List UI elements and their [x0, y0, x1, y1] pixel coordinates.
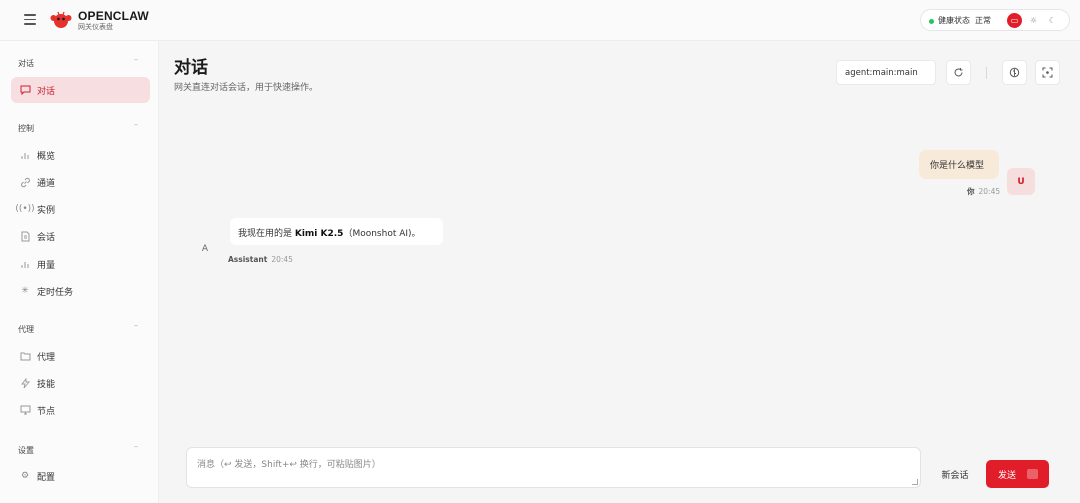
assistant-message-text: 我现在用的是 Kimi K2.5（Moonshot AI)。	[238, 226, 421, 239]
brand-name: OPENCLAW	[78, 9, 149, 23]
health-value: 正常	[975, 16, 991, 25]
spinner-icon: ✳	[21, 286, 29, 296]
page-title: 对话	[174, 58, 208, 78]
assistant-time: 20:45	[271, 255, 293, 264]
send-button[interactable]: 发送	[986, 460, 1049, 488]
assistant-message-meta: Assistant 20:45	[228, 255, 293, 264]
sidebar-item-label: 技能	[37, 380, 56, 390]
assistant-sender: Assistant	[228, 255, 268, 264]
assistant-text-prefix: 我现在用的是	[238, 229, 295, 239]
brain-icon	[1009, 67, 1020, 78]
section-title-agent: 代理	[18, 325, 34, 334]
resize-grip-icon[interactable]	[912, 479, 918, 485]
theme-dark-icon[interactable]: ☾	[1045, 13, 1060, 28]
sidebar-item-cron[interactable]: ✳ 定时任务	[11, 278, 150, 304]
link-icon	[19, 176, 31, 188]
collapse-chevron-icon[interactable]: –	[134, 120, 138, 129]
assistant-avatar: A	[201, 244, 209, 254]
sidebar-item-label: 用量	[37, 261, 56, 271]
collapse-chevron-icon[interactable]: –	[134, 442, 138, 451]
lightning-icon	[19, 377, 31, 389]
folder-icon	[19, 350, 31, 362]
health-status-pill: 健康状态 正常 ▭ ☼ ☾	[920, 9, 1070, 31]
sidebar-item-label: 配置	[37, 473, 56, 483]
sidebar-item-overview[interactable]: 概览	[11, 142, 150, 168]
enter-key-icon	[1027, 469, 1038, 479]
health-label: 健康状态	[938, 16, 970, 25]
sidebar-item-channels[interactable]: 通道	[11, 169, 150, 195]
sidebar-item-skills[interactable]: 技能	[11, 370, 150, 396]
user-message-bubble: 你是什么模型	[919, 150, 999, 179]
sidebar-item-agents[interactable]: 代理	[11, 343, 150, 369]
section-title-chat: 对话	[18, 59, 34, 68]
assistant-model-name: Kimi K2.5	[294, 229, 344, 239]
gear-icon: ⚙	[20, 471, 30, 481]
sidebar-item-label: 实例	[37, 206, 56, 216]
assistant-message-bubble: 我现在用的是 Kimi K2.5（Moonshot AI)。	[230, 218, 443, 245]
document-icon	[19, 230, 31, 242]
theme-system-icon[interactable]: ▭	[1007, 13, 1022, 28]
bar-chart-icon	[19, 149, 31, 161]
page-subtitle: 网关直连对话会话，用于快速操作。	[174, 83, 319, 93]
sidebar-item-nodes[interactable]: 节点	[11, 397, 150, 423]
monitor-icon	[19, 404, 31, 416]
focus-icon	[1042, 67, 1053, 78]
sidebar-item-label: 对话	[37, 87, 56, 97]
sidebar-item-label: 通道	[37, 179, 56, 189]
theme-light-icon[interactable]: ☼	[1026, 13, 1041, 28]
brand: OPENCLAW 网关仪表盘	[78, 10, 149, 32]
assistant-text-suffix: （Moonshot AI)。	[343, 229, 421, 239]
sidebar-item-label: 节点	[37, 407, 56, 417]
sidebar: 对话 – 对话 控制 – 概览 通道 ((•)) 实例 会话 用量 ✳ 定时任务…	[0, 41, 159, 503]
user-avatar: U	[1007, 168, 1035, 195]
hamburger-menu-icon[interactable]	[24, 14, 36, 25]
refresh-icon	[954, 68, 963, 77]
sidebar-item-label: 概览	[37, 152, 56, 162]
toolbar-divider	[986, 67, 987, 79]
section-title-control: 控制	[18, 124, 34, 133]
session-key: agent:main:main	[845, 68, 918, 78]
lobster-logo-icon	[50, 11, 72, 28]
sidebar-item-sessions[interactable]: 会话	[11, 223, 150, 249]
user-time: 20:45	[978, 187, 1001, 196]
message-input[interactable]: 消息（↩ 发送，Shift+↩ 换行，可粘贴图片）	[186, 447, 921, 488]
new-chat-button[interactable]: 新会话	[930, 461, 980, 487]
message-input-placeholder: 消息（↩ 发送，Shift+↩ 换行，可粘贴图片）	[197, 460, 381, 470]
user-message-text: 你是什么模型	[930, 161, 985, 171]
collapse-chevron-icon[interactable]: –	[134, 55, 138, 64]
send-label: 发送	[998, 471, 1017, 481]
bar-chart-icon	[19, 258, 31, 270]
sidebar-item-label: 定时任务	[37, 288, 74, 298]
user-sender: 你	[967, 187, 975, 196]
thinking-toggle-button[interactable]	[1002, 60, 1027, 85]
focus-mode-button[interactable]	[1035, 60, 1060, 85]
sidebar-item-chat[interactable]: 对话	[11, 77, 150, 103]
brand-subtitle: 网关仪表盘	[78, 23, 113, 31]
sidebar-item-config[interactable]: ⚙ 配置	[11, 463, 150, 489]
refresh-button[interactable]	[946, 60, 971, 85]
session-selector[interactable]: agent:main:main	[836, 60, 936, 85]
top-header: OPENCLAW 网关仪表盘 健康状态 正常 ▭ ☼ ☾	[0, 0, 1080, 41]
section-title-settings: 设置	[18, 446, 34, 455]
collapse-chevron-icon[interactable]: –	[134, 321, 138, 330]
sidebar-item-instances[interactable]: ((•)) 实例	[11, 196, 150, 222]
chat-bubble-icon	[19, 84, 31, 96]
user-message-meta: 你 20:45	[967, 186, 1000, 197]
status-dot-icon	[929, 19, 934, 24]
radio-icon: ((•))	[15, 204, 35, 214]
sidebar-item-label: 会话	[37, 233, 56, 243]
sidebar-item-usage[interactable]: 用量	[11, 251, 150, 277]
sidebar-item-label: 代理	[37, 353, 56, 363]
